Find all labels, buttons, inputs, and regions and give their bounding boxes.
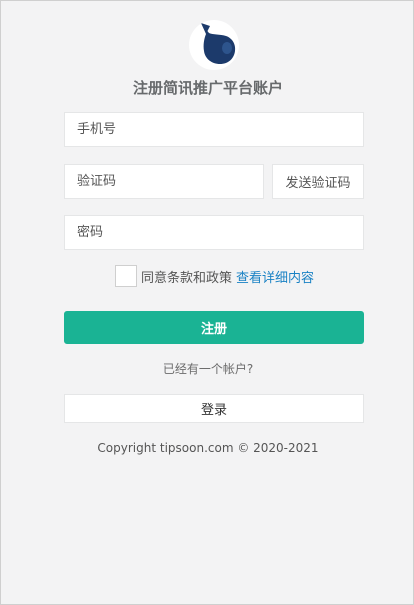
login-button[interactable]: 登录 xyxy=(64,394,364,423)
terms-agreement: 同意条款和政策 查看详细内容 xyxy=(115,265,314,287)
verification-code-input[interactable] xyxy=(64,164,264,199)
copyright-text: Copyright tipsoon.com © 2020-2021 xyxy=(97,441,319,455)
phone-input[interactable] xyxy=(64,112,364,147)
terms-link[interactable]: 查看详细内容 xyxy=(236,267,314,286)
agree-checkbox[interactable] xyxy=(115,265,137,287)
cat-silhouette-icon xyxy=(201,23,236,64)
send-code-button[interactable]: 发送验证码 xyxy=(272,164,364,199)
logo xyxy=(189,20,239,70)
register-button[interactable]: 注册 xyxy=(64,311,364,344)
page-title: 注册简讯推广平台账户 xyxy=(132,79,283,97)
have-account-text: 已经有一个帐户? xyxy=(162,362,254,376)
password-input[interactable] xyxy=(64,215,364,250)
agree-label: 同意条款和政策 xyxy=(141,270,233,286)
register-page: 注册简讯推广平台账户 发送验证码 同意条款和政策 查看详细内容 注册 已经有一个… xyxy=(0,0,414,605)
